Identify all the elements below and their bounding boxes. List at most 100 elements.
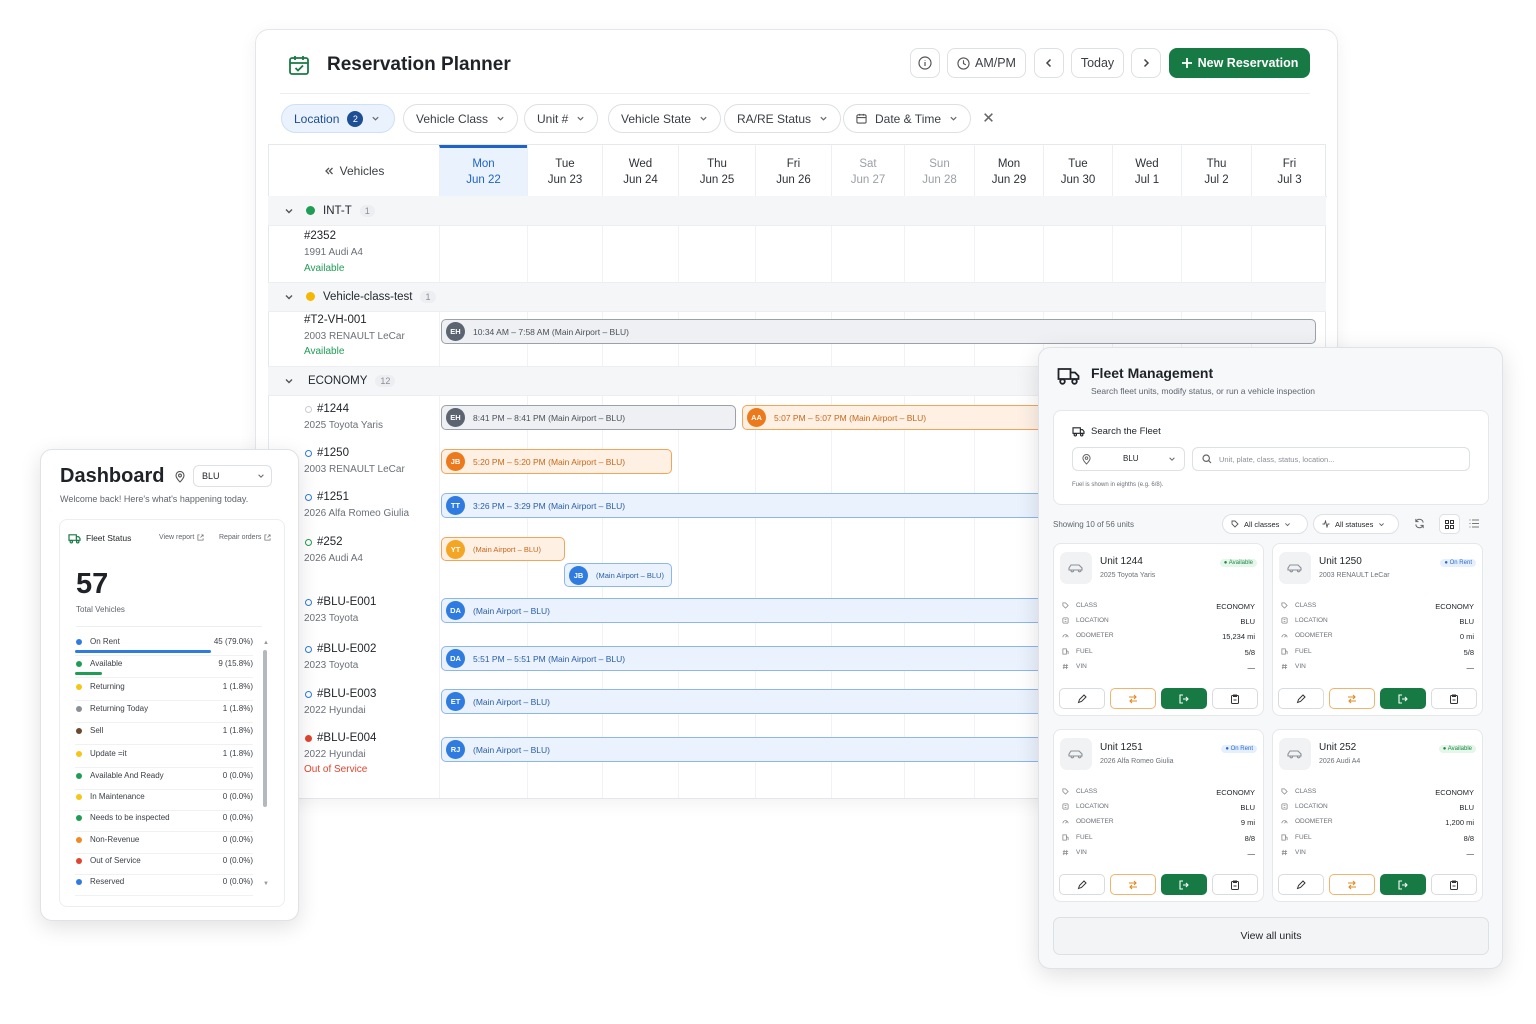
booking-bar[interactable]: EH 10:34 AM – 7:58 AM (Main Airport – BL… <box>441 319 1316 344</box>
inspection-button[interactable] <box>1212 688 1258 709</box>
transfer-button[interactable] <box>1329 874 1375 895</box>
scrollbar-thumb[interactable] <box>263 650 267 807</box>
day-column-header[interactable]: Thu Jul 2 <box>1181 145 1251 197</box>
vehicle-unit[interactable]: #BLU-E001 <box>317 596 376 608</box>
filter-location[interactable]: Location 2 <box>281 104 395 133</box>
day-column-header[interactable]: Sun Jun 28 <box>904 145 974 197</box>
grid-view-button[interactable] <box>1439 514 1460 534</box>
clear-filters-button[interactable] <box>983 112 994 123</box>
collapse-vehicles-button[interactable]: Vehicles <box>269 145 439 197</box>
inspection-button[interactable] <box>1212 874 1258 895</box>
check-out-icon <box>1398 693 1408 704</box>
hash-icon <box>1281 849 1288 856</box>
check-out-button[interactable] <box>1161 874 1207 895</box>
status-filter[interactable]: All statuses <box>1313 514 1399 534</box>
day-of-week: Sun <box>929 158 950 170</box>
unit-field-value: 15,234 mi <box>1222 632 1255 642</box>
day-column-header[interactable]: Tue Jun 30 <box>1043 145 1112 197</box>
day-column-header[interactable]: Thu Jun 25 <box>678 145 755 197</box>
ampm-toggle[interactable]: AM/PM <box>947 48 1026 78</box>
unit-field-label: Class <box>1076 788 1098 795</box>
group-row[interactable]: Vehicle-class-test 1 <box>268 282 1326 312</box>
edit-button[interactable] <box>1278 688 1324 709</box>
unit-model: 2026 Audi A4 <box>1319 758 1361 765</box>
group-row[interactable]: INT-T 1 <box>268 196 1326 226</box>
scroll-down-icon: ▼ <box>263 881 269 887</box>
filter-ra-re-status[interactable]: RA/RE Status <box>724 104 842 133</box>
edit-button[interactable] <box>1059 688 1105 709</box>
unit-card[interactable]: Unit 1244 2025 Toyota Yaris ● Available Cla… <box>1053 543 1264 716</box>
booking-bar[interactable]: RJ (Main Airport – BLU) <box>441 737 1051 762</box>
chevron-down-icon <box>949 114 958 123</box>
booking-bar[interactable]: YT (Main Airport – BLU) <box>441 537 565 561</box>
vehicle-unit[interactable]: #BLU-E003 <box>317 688 376 700</box>
day-column-header[interactable]: Fri Jun 26 <box>755 145 831 197</box>
day-column-header[interactable]: Mon Jun 22 <box>439 145 527 197</box>
booking-bar[interactable]: ET (Main Airport – BLU) <box>441 689 1051 714</box>
booking-bar[interactable]: DA 5:51 PM – 5:51 PM (Main Airport – BLU… <box>441 646 1051 671</box>
unit-field-label: Odometer <box>1295 818 1333 826</box>
status-row: Non-Revenue 0 (0.0%) <box>75 834 253 854</box>
edit-button[interactable] <box>1278 874 1324 895</box>
location-select[interactable]: BLU <box>1072 447 1185 471</box>
vehicle-unit[interactable]: #BLU-E004 <box>317 732 376 744</box>
tag-icon <box>1062 602 1069 609</box>
booking-bar[interactable]: TT 3:26 PM – 3:29 PM (Main Airport – BLU… <box>441 493 1051 518</box>
check-out-button[interactable] <box>1380 874 1426 895</box>
day-column-header[interactable]: Mon Jun 29 <box>974 145 1043 197</box>
unit-status-badge: ● Available <box>1219 559 1257 567</box>
transfer-button[interactable] <box>1110 874 1156 895</box>
repair-orders-link[interactable]: Repair orders <box>219 534 271 541</box>
inspection-button[interactable] <box>1431 874 1477 895</box>
filter-date-time[interactable]: Date & Time <box>843 104 972 133</box>
booking-bar[interactable]: AA 5:07 PM – 5:07 PM (Main Airport – BLU… <box>742 405 1052 430</box>
location-select[interactable]: BLU <box>193 465 272 487</box>
check-out-button[interactable] <box>1161 688 1207 709</box>
status-list-scrollbar[interactable]: ▲ ▼ <box>263 640 269 890</box>
vehicle-unit[interactable]: #1251 <box>317 491 349 503</box>
booking-bar[interactable]: JB 5:20 PM – 5:20 PM (Main Airport – BLU… <box>441 449 672 474</box>
day-column-header[interactable]: Fri Jul 3 <box>1251 145 1327 197</box>
prev-button[interactable] <box>1034 48 1064 78</box>
fleet-search-input[interactable]: Unit, plate, class, status, location... <box>1192 447 1470 471</box>
vehicle-unit[interactable]: #2352 <box>304 230 336 242</box>
day-column-header[interactable]: Sat Jun 27 <box>831 145 904 197</box>
list-view-button[interactable] <box>1469 519 1479 528</box>
customer-avatar: TT <box>446 496 465 515</box>
refresh-icon[interactable] <box>1414 518 1425 529</box>
edit-button[interactable] <box>1059 874 1105 895</box>
transfer-button[interactable] <box>1329 688 1375 709</box>
unit-card[interactable]: Unit 1250 2003 RENAULT LeCar ● On Rent Clas… <box>1272 543 1483 716</box>
filter-vehicle-state[interactable]: Vehicle State <box>608 104 722 133</box>
vehicle-model: 2003 RENAULT LeCar <box>304 464 405 475</box>
booking-bar[interactable]: JB (Main Airport – BLU) <box>564 563 672 587</box>
view-report-link[interactable]: View report <box>159 534 204 541</box>
day-column-header[interactable]: Tue Jun 23 <box>527 145 602 197</box>
vehicle-unit[interactable]: #BLU-E002 <box>317 643 376 655</box>
vehicle-unit[interactable]: #1244 <box>317 403 349 415</box>
transfer-button[interactable] <box>1110 688 1156 709</box>
booking-bar[interactable]: DA (Main Airport – BLU) <box>441 598 1051 623</box>
day-column-header[interactable]: Wed Jun 24 <box>602 145 678 197</box>
day-column-header[interactable]: Wed Jul 1 <box>1112 145 1181 197</box>
vehicle-model: 2025 Toyota Yaris <box>304 420 383 431</box>
info-button[interactable] <box>910 48 940 78</box>
unit-field-value: ECONOMY <box>1435 788 1474 797</box>
view-all-units-button[interactable]: View all units <box>1053 917 1489 955</box>
filter-vehicle-class[interactable]: Vehicle Class <box>403 104 519 133</box>
check-out-button[interactable] <box>1380 688 1426 709</box>
vehicle-unit[interactable]: #T2-VH-001 <box>304 314 367 326</box>
next-button[interactable] <box>1131 48 1161 78</box>
today-button[interactable]: Today <box>1071 48 1124 78</box>
unit-card[interactable]: Unit 252 2026 Audi A4 ● Available Class ECON… <box>1272 729 1483 902</box>
filter-unit[interactable]: Unit # <box>524 104 599 133</box>
new-reservation-button[interactable]: New Reservation <box>1169 48 1310 78</box>
class-filter[interactable]: All classes <box>1222 514 1308 534</box>
vehicle-unit[interactable]: #1250 <box>317 447 349 459</box>
unit-card[interactable]: Unit 1251 2026 Alfa Romeo Giulia ● On Rent… <box>1053 729 1264 902</box>
inspection-button[interactable] <box>1431 688 1477 709</box>
booking-bar[interactable]: EH 8:41 PM – 8:41 PM (Main Airport – BLU… <box>441 405 736 430</box>
vehicle-unit[interactable]: #252 <box>317 536 343 548</box>
status-label: Out of Service <box>90 856 141 865</box>
status-row: Available 9 (15.8%) <box>75 658 253 678</box>
